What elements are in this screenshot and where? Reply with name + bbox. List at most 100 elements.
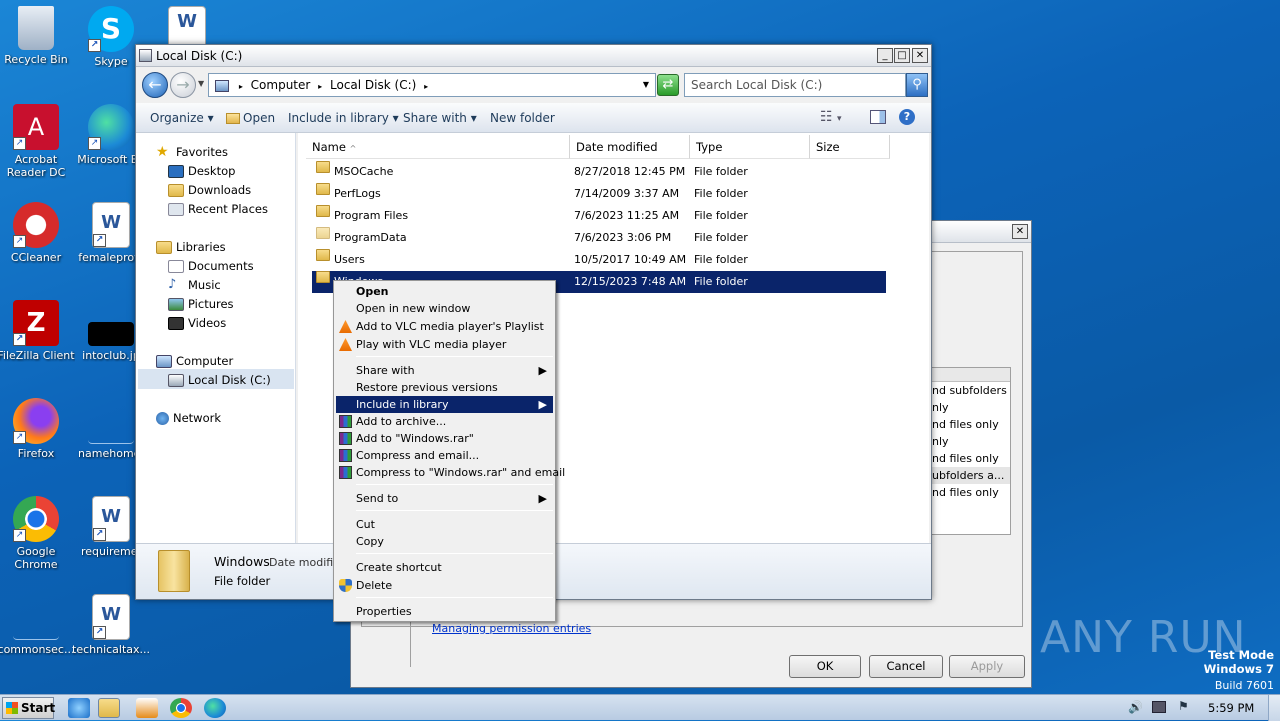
open-button[interactable]: Open [226,111,275,125]
start-button[interactable]: Start [2,697,55,719]
tray-flag-icon[interactable]: ⚑ [1178,699,1189,713]
permission-entry[interactable]: nd files only [932,484,1010,501]
nav-favorites[interactable]: ★ Favorites [156,145,228,159]
windows-logo-icon [6,702,18,714]
vlc-icon [339,338,352,351]
permission-entry[interactable]: nd subfolders [932,382,1010,399]
menu-open-new-window[interactable]: Open in new window [336,300,553,317]
menu-cut[interactable]: Cut [336,516,553,533]
nav-documents[interactable]: Documents [168,259,254,273]
acrobat-icon: A ↗ [13,104,59,150]
menu-restore-versions[interactable]: Restore previous versions [336,379,553,396]
menu-add-to-rar[interactable]: Add to "Windows.rar" [336,430,553,447]
new-folder-button[interactable]: New folder [490,111,555,125]
permission-entry[interactable]: nly [932,433,1010,450]
refresh-button[interactable]: ⇄ [657,74,679,96]
menu-copy[interactable]: Copy [336,533,553,550]
search-input[interactable]: Search Local Disk (C:) [684,73,906,97]
back-button[interactable]: ← [142,72,168,98]
winrar-icon [339,466,352,479]
file-row-users[interactable]: Users 10/5/2017 10:49 AM File folder [312,249,886,271]
dialog-close-button[interactable]: ✕ [1012,224,1028,239]
menu-send-to[interactable]: Send to ▶ [336,490,553,507]
permission-entry[interactable]: nd files only [932,416,1010,433]
maximize-button[interactable]: □ [894,48,910,63]
ok-button[interactable]: OK [789,655,861,678]
address-bar[interactable]: ▸ Computer ▸ Local Disk (C:) ▸ ▼ [208,73,656,97]
open-icon [226,113,240,124]
column-type[interactable]: Type [690,135,810,159]
organize-button[interactable]: Organize ▾ [150,111,214,125]
clock[interactable]: 5:59 PM [1208,701,1254,715]
help-icon[interactable]: ? [899,109,915,125]
menu-separator [356,510,553,511]
close-button[interactable]: ✕ [912,48,928,63]
column-size[interactable]: Size [810,135,890,159]
minimize-button[interactable]: _ [877,48,893,63]
nav-recent-places[interactable]: Recent Places [168,202,268,216]
nav-network[interactable]: Network [156,411,221,425]
desktop-icon-filezilla[interactable]: Z ↗ FileZilla Client [0,300,75,362]
tray-volume-icon[interactable]: 🔊 [1128,700,1143,714]
breadcrumb-local-disk[interactable]: Local Disk (C:) [330,78,416,92]
menu-create-shortcut[interactable]: Create shortcut [336,559,553,576]
share-with-button[interactable]: Share with ▾ [403,111,477,125]
file-row-msocache[interactable]: MSOCache 8/27/2018 12:45 PM File folder [312,161,886,183]
breadcrumb-computer[interactable]: Computer [251,78,311,92]
nav-music[interactable]: ♪ Music [168,278,221,292]
menu-vlc-play[interactable]: Play with VLC media player [336,336,553,353]
desktop-icon-firefox[interactable]: ↗ Firefox [0,398,75,460]
menu-compress-email[interactable]: Compress and email... [336,447,553,464]
address-dropdown-icon[interactable]: ▼ [643,74,649,96]
menu-add-to-archive[interactable]: Add to archive... [336,413,553,430]
menu-vlc-add-playlist[interactable]: Add to VLC media player's Playlist [336,318,553,335]
view-options-icon[interactable]: ☷ ▾ [820,109,842,125]
folder-icon [316,183,330,195]
menu-delete[interactable]: Delete [336,577,553,594]
tray-network-icon[interactable] [1152,701,1166,713]
menu-properties[interactable]: Properties [336,603,553,620]
preview-pane-icon[interactable] [870,110,886,124]
cancel-button[interactable]: Cancel [869,655,943,678]
nav-videos[interactable]: Videos [168,316,226,330]
permission-entry[interactable]: ubfolders a... [932,467,1010,484]
desktop-icon-ccleaner[interactable]: ↗ CCleaner [0,202,75,264]
desktop-icon-chrome[interactable]: ↗ Google Chrome [0,496,75,571]
menu-open[interactable]: Open [336,283,553,300]
apply-button[interactable]: Apply [949,655,1025,678]
column-date-modified[interactable]: Date modified [570,135,690,159]
taskbar-chrome-icon[interactable] [170,698,192,718]
nav-pictures[interactable]: Pictures [168,297,234,311]
file-row-program-files[interactable]: Program Files 7/6/2023 11:25 AM File fol… [312,205,886,227]
nav-desktop[interactable]: Desktop [168,164,235,178]
taskbar-media-player-icon[interactable] [136,698,158,718]
taskbar-explorer-icon[interactable] [98,698,120,718]
history-dropdown-icon[interactable]: ▼ [198,79,204,88]
forward-button[interactable]: → [170,72,196,98]
desktop-icon-technicaltax[interactable]: W ↗ technicaltax... [72,594,150,656]
file-row-perflogs[interactable]: PerfLogs 7/14/2009 3:37 AM File folder [312,183,886,205]
nav-computer[interactable]: Computer [156,354,233,368]
include-in-library-button[interactable]: Include in library ▾ [288,111,399,125]
desktop-icon-commonsec[interactable]: commonsec... [0,594,75,656]
managing-permissions-link[interactable]: Managing permission entries [432,622,591,635]
file-row-programdata[interactable]: ProgramData 7/6/2023 3:06 PM File folder [312,227,886,249]
column-name[interactable]: Name ^ [306,135,570,159]
show-desktop-button[interactable] [1268,695,1280,721]
nav-local-disk[interactable]: Local Disk (C:) [168,373,271,387]
menu-include-in-library[interactable]: Include in library ▶ [336,396,553,413]
explorer-titlebar: Local Disk (C:) _ □ ✕ [136,45,931,67]
pictures-icon [168,298,184,311]
menu-separator [356,484,553,485]
nav-libraries[interactable]: Libraries [156,240,226,254]
menu-share-with[interactable]: Share with ▶ [336,362,553,379]
search-icon[interactable]: ⚲ [906,73,928,97]
nav-downloads[interactable]: Downloads [168,183,251,197]
desktop-icon-recycle-bin[interactable]: Recycle Bin [0,6,75,66]
permission-entry[interactable]: nly [932,399,1010,416]
permission-entry[interactable]: nd files only [932,450,1010,467]
taskbar-edge-icon[interactable] [204,698,226,718]
desktop-icon-acrobat[interactable]: A ↗ Acrobat Reader DC [0,104,75,179]
taskbar-ie-icon[interactable] [68,698,90,718]
menu-compress-rar-email[interactable]: Compress to "Windows.rar" and email [336,464,565,481]
